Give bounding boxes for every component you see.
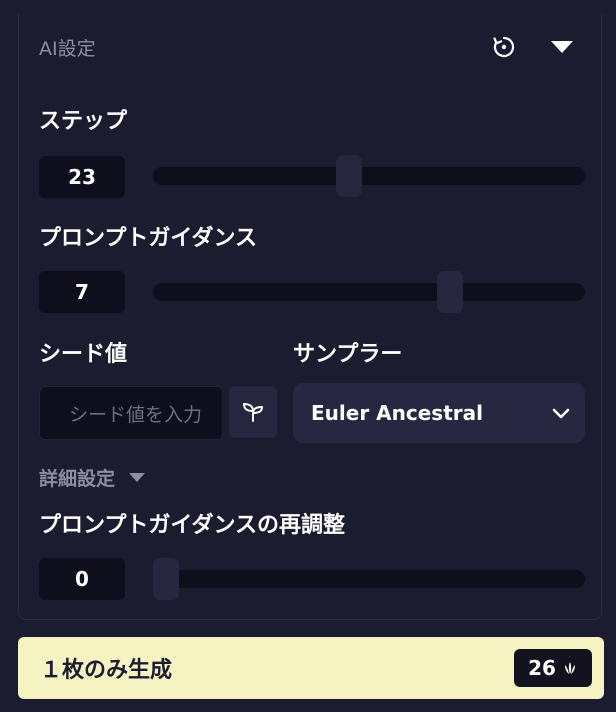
advanced-settings-label: 詳細設定 (39, 468, 116, 490)
sprout-icon (243, 403, 263, 422)
advanced-settings-toggle[interactable]: 詳細設定 (39, 464, 146, 491)
ai-settings-panel: AI設定 ステップ 23 プロンプトガイダンス 7 シード値 シード値を入力 サ… (18, 14, 602, 620)
rescale-number-input[interactable]: 0 (39, 558, 125, 600)
guidance-number-input[interactable]: 7 (39, 271, 125, 313)
guidance-slider-track[interactable] (153, 271, 585, 313)
steps-number-input[interactable]: 23 (39, 156, 125, 198)
guidance-label: プロンプトガイダンス (39, 226, 258, 251)
caret-down-icon (129, 473, 146, 482)
seed-input[interactable]: シード値を入力 (39, 386, 223, 440)
sampler-label: サンプラー (293, 342, 403, 367)
generate-one-button[interactable]: １枚のみ生成 26 (18, 637, 604, 699)
random-seed-button[interactable] (229, 386, 277, 438)
seed-label: シード値 (39, 342, 128, 367)
rescale-slider-thumb[interactable] (153, 558, 179, 600)
collapse-panel-button[interactable] (545, 32, 579, 62)
reset-button[interactable] (489, 32, 519, 62)
steps-slider-track[interactable] (153, 155, 585, 197)
steps-label: ステップ (39, 109, 128, 134)
reset-icon (493, 36, 515, 58)
cost-value: 26 (528, 656, 556, 680)
steps-slider-thumb[interactable] (336, 155, 362, 197)
guidance-slider-thumb[interactable] (437, 271, 463, 313)
caret-down-icon (551, 41, 573, 53)
cost-badge: 26 (514, 649, 592, 687)
sampler-selected-value: Euler Ancestral (311, 401, 483, 425)
chevron-down-icon (552, 408, 570, 419)
rescale-label: プロンプトガイダンスの再調整 (39, 513, 346, 538)
generate-label: １枚のみ生成 (40, 658, 173, 683)
panel-title: AI設定 (39, 38, 96, 60)
sampler-select[interactable]: Euler Ancestral (293, 383, 585, 443)
anlas-icon (564, 662, 575, 674)
rescale-slider-track[interactable] (153, 558, 585, 600)
